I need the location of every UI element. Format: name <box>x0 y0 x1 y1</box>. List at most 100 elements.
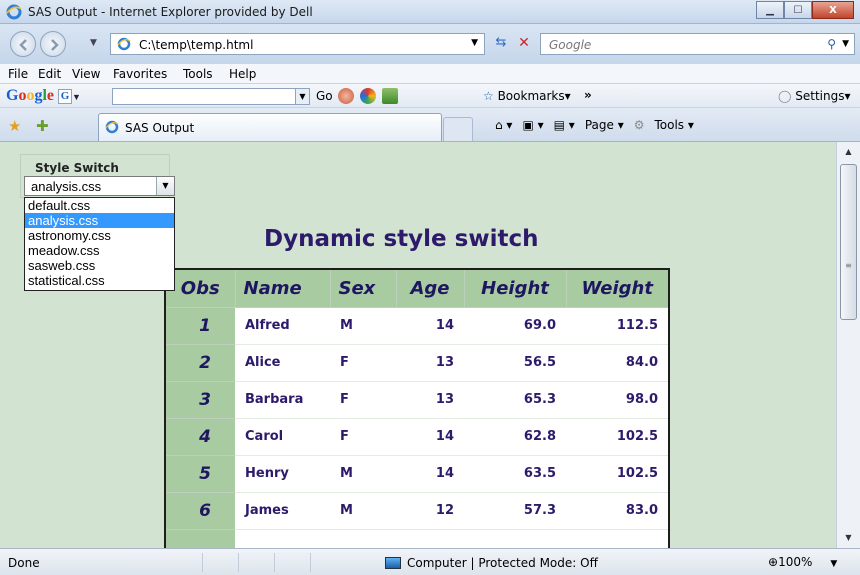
style-option-selected[interactable]: analysis.css <box>25 213 174 228</box>
tab-sas-output[interactable]: SAS Output <box>98 113 442 141</box>
back-button[interactable] <box>10 31 36 57</box>
settings-menu[interactable]: ◯ Settings▾ <box>778 89 851 103</box>
zoom-icon: ⊕ <box>768 555 779 569</box>
zoom-dropdown-icon[interactable]: ▼ <box>830 559 837 569</box>
menu-file[interactable]: File <box>8 67 28 81</box>
forward-arrow-icon <box>51 39 59 51</box>
menu-help[interactable]: Help <box>229 67 256 81</box>
zoom-level: 100% <box>778 555 813 569</box>
cell-name: Henry <box>235 455 330 493</box>
zoom-control[interactable]: ⊕100% ▼ <box>768 555 837 569</box>
cell-name: Alfred <box>235 307 330 345</box>
google-search-input[interactable]: ▼ <box>112 88 310 105</box>
cell-obs: 1 <box>165 307 235 345</box>
stop-icon[interactable]: ✕ <box>513 35 535 55</box>
style-select[interactable]: analysis.css ▼ <box>24 176 175 196</box>
cell-obs: 5 <box>165 455 235 493</box>
table-row-partial <box>165 529 669 548</box>
tab-page-icon <box>105 120 119 134</box>
google-search-dropdown-icon[interactable]: ▼ <box>295 89 309 104</box>
menu-tools[interactable]: Tools <box>183 67 213 81</box>
refresh-icon[interactable]: ⇆ <box>490 35 512 55</box>
forward-button[interactable] <box>40 31 66 57</box>
favorites-star-icon[interactable]: ★ <box>8 117 21 135</box>
bookmarks-label[interactable]: Bookmarks▾ <box>498 89 571 103</box>
scroll-up-icon[interactable]: ▲ <box>837 144 860 160</box>
cell-obs: 6 <box>165 492 235 530</box>
cell-obs: 4 <box>165 418 235 456</box>
security-zone-label: Computer | Protected Mode: Off <box>407 556 598 570</box>
cell-height: 69.0 <box>464 307 566 345</box>
toolbar-overflow-button[interactable]: » <box>584 88 592 102</box>
cell-obs: 3 <box>165 381 235 419</box>
table-row: 6 James M 12 57.3 83.0 <box>165 492 669 530</box>
google-logo: Google G ▼ <box>6 87 81 104</box>
home-button[interactable]: ⌂ ▾ <box>495 118 512 132</box>
column-header-weight: Weight <box>565 268 670 308</box>
print-button[interactable]: ▤ ▾ <box>554 118 575 132</box>
menu-view[interactable]: View <box>72 67 100 81</box>
security-zone[interactable]: Computer | Protected Mode: Off <box>385 556 598 570</box>
settings-label[interactable]: Settings▾ <box>795 89 850 103</box>
cell-weight: 84.0 <box>566 344 669 382</box>
scrollbar-thumb[interactable]: ≡ <box>840 164 857 320</box>
bookmarks-menu[interactable]: ☆ Bookmarks▾ <box>483 89 571 103</box>
table-row: 4 Carol F 14 62.8 102.5 <box>165 418 669 456</box>
page-heading: Dynamic style switch <box>264 226 539 252</box>
cell-sex <box>330 529 396 548</box>
vertical-scrollbar[interactable]: ▲ ≡ ▼ <box>836 142 860 548</box>
google-go-button[interactable]: Go <box>316 89 333 103</box>
status-cell <box>274 553 310 572</box>
add-favorites-icon[interactable]: ✚ <box>36 117 49 135</box>
address-url[interactable]: C:\temp\temp.html <box>139 38 253 52</box>
cell-sex: F <box>330 381 396 419</box>
cell-weight: 112.5 <box>566 307 669 345</box>
google-pagerank-icon[interactable] <box>360 88 376 104</box>
new-tab-button[interactable] <box>443 117 473 141</box>
search-dropdown-icon[interactable]: ▼ <box>842 39 849 49</box>
history-dropdown-icon[interactable]: ▼ <box>90 38 97 48</box>
back-arrow-icon <box>19 39 27 51</box>
feeds-button[interactable]: ▣ ▾ <box>522 118 543 132</box>
status-bar: Done Computer | Protected Mode: Off ⊕100… <box>0 548 860 575</box>
page-content: Style Switch analysis.css ▼ default.css … <box>0 142 836 548</box>
menu-favorites[interactable]: Favorites <box>113 67 167 81</box>
cell-age <box>396 529 464 548</box>
address-bar[interactable]: C:\temp\temp.html ▼ <box>110 33 485 55</box>
google-popup-icon[interactable] <box>382 88 398 104</box>
search-box[interactable]: Google ⚲ ▼ <box>540 33 855 55</box>
data-table: Obs Name Sex Age Height Weight 1 Alfred … <box>164 268 670 548</box>
search-icon[interactable]: ⚲ <box>827 37 836 51</box>
tools-menu[interactable]: Tools ▾ <box>655 118 694 132</box>
table-row: 3 Barbara F 13 65.3 98.0 <box>165 381 669 419</box>
cell-name: Barbara <box>235 381 330 419</box>
menu-edit[interactable]: Edit <box>38 67 61 81</box>
cell-height: 65.3 <box>464 381 566 419</box>
style-option[interactable]: astronomy.css <box>25 228 174 243</box>
cell-weight: 102.5 <box>566 418 669 456</box>
cell-age: 14 <box>396 418 464 456</box>
style-option[interactable]: sasweb.css <box>25 258 174 273</box>
column-header-age: Age <box>395 268 465 308</box>
google-news-icon[interactable] <box>338 88 354 104</box>
select-dropdown-icon[interactable]: ▼ <box>156 177 174 195</box>
page-menu[interactable]: Page ▾ <box>585 118 624 132</box>
cell-weight: 83.0 <box>566 492 669 530</box>
column-header-sex: Sex <box>329 268 397 308</box>
style-option[interactable]: meadow.css <box>25 243 174 258</box>
search-placeholder[interactable]: Google <box>549 38 591 52</box>
style-option[interactable]: default.css <box>25 198 174 213</box>
tab-label[interactable]: SAS Output <box>125 121 194 135</box>
address-dropdown-icon[interactable]: ▼ <box>471 38 478 48</box>
scroll-down-icon[interactable]: ▼ <box>837 530 860 546</box>
style-option[interactable]: statistical.css <box>25 273 174 288</box>
maximize-button[interactable]: ☐ <box>784 1 812 19</box>
status-cell <box>238 553 274 572</box>
cell-name: Carol <box>235 418 330 456</box>
table-row: 2 Alice F 13 56.5 84.0 <box>165 344 669 382</box>
style-select-value[interactable]: analysis.css <box>31 179 101 194</box>
cell-height <box>464 529 566 548</box>
google-toolbar: Google G ▼ ▼ Go ☆ Bookmarks▾ » ◯ Settings… <box>0 84 860 108</box>
minimize-button[interactable]: ▁ <box>756 1 784 19</box>
close-button[interactable]: X <box>812 1 854 19</box>
